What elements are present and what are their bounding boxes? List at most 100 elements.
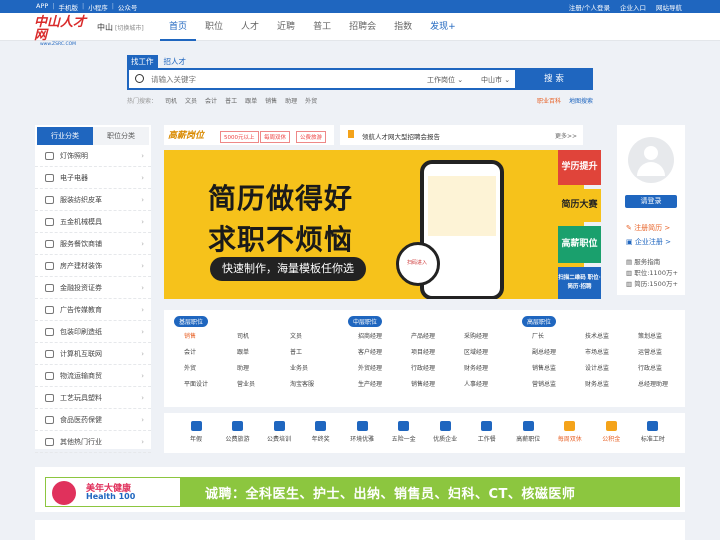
tab-find-talent[interactable]: 招人才 <box>160 55 191 68</box>
job-link[interactable]: 区域经理 <box>464 347 517 356</box>
notice-text[interactable]: 领航人才网大型招聘会报告 <box>362 131 440 141</box>
nav-home[interactable]: 首页 <box>160 13 197 41</box>
job-link[interactable]: 总经理助理 <box>638 379 691 388</box>
category-item[interactable]: 房产建材装饰 › <box>35 255 151 277</box>
job-link[interactable]: 淘宝客服 <box>290 379 343 388</box>
service-guide[interactable]: ▤ 服务指南 <box>626 257 678 268</box>
category-item[interactable]: 工艺玩具塑料 › <box>35 387 151 409</box>
job-link[interactable]: 销售 <box>184 331 237 340</box>
more-link[interactable]: 更多>> <box>555 131 577 140</box>
job-link[interactable]: 会计 <box>184 347 237 356</box>
job-link[interactable]: 采购经理 <box>464 331 517 340</box>
category-item[interactable]: 物流运输商贸 › <box>35 365 151 387</box>
job-link[interactable]: 业务员 <box>290 363 343 372</box>
benefit-bonus[interactable]: 年终奖 <box>303 421 339 453</box>
career-wiki-link[interactable]: 职业百科 <box>537 96 561 105</box>
job-link[interactable]: 普工 <box>290 347 343 356</box>
benefit-travel[interactable]: 公费旅游 <box>220 421 256 453</box>
nav-index[interactable]: 指数 <box>385 13 421 41</box>
job-link[interactable]: 销售经理 <box>411 379 464 388</box>
benefit-annual-leave[interactable]: 年假 <box>178 421 214 453</box>
job-link[interactable]: 客户经理 <box>358 347 411 356</box>
mobile-link[interactable]: 手机版 <box>59 2 79 12</box>
ad-education[interactable]: 学历提升 <box>558 150 601 185</box>
city-switch[interactable]: [切换城市] <box>115 25 144 32</box>
category-item[interactable]: 金融投资证券 › <box>35 277 151 299</box>
wechat-link[interactable]: 公众号 <box>118 2 138 12</box>
job-link[interactable]: 财务经理 <box>464 363 517 372</box>
job-link[interactable]: 文员 <box>290 331 343 340</box>
category-item[interactable]: 包装印刷造纸 › <box>35 321 151 343</box>
job-link[interactable]: 跟单 <box>237 347 290 356</box>
map-search-link[interactable]: 地图搜索 <box>569 96 593 105</box>
benefit-housing-fund[interactable]: 公积金 <box>593 421 629 453</box>
job-link[interactable]: 厂长 <box>532 331 585 340</box>
hot-item[interactable]: 文员 <box>185 96 197 105</box>
area-select[interactable]: 中山市 ⌄ <box>481 75 510 85</box>
hot-item[interactable]: 外贸 <box>305 96 317 105</box>
job-link[interactable]: 助理 <box>237 363 290 372</box>
job-link[interactable]: 设计总监 <box>585 363 638 372</box>
ad-resume-contest[interactable]: 简历大赛 <box>558 189 601 222</box>
register-login-link[interactable]: 注册/个人登录 <box>569 2 610 12</box>
hot-item[interactable]: 跟单 <box>245 96 257 105</box>
job-link[interactable]: 技术总监 <box>585 331 638 340</box>
enterprise-link[interactable]: 企业入口 <box>620 2 646 12</box>
category-item[interactable]: 电子电器 › <box>35 167 151 189</box>
travel-tag[interactable]: 公费旅游 <box>296 131 327 143</box>
hot-item[interactable]: 普工 <box>225 96 237 105</box>
job-link[interactable]: 营销总监 <box>532 379 585 388</box>
job-link[interactable]: 营业员 <box>237 379 290 388</box>
weekend-tag[interactable]: 每周双休 <box>260 131 291 143</box>
job-link[interactable]: 市场总监 <box>585 347 638 356</box>
benefit-quality-company[interactable]: 优质企业 <box>427 421 463 453</box>
job-link[interactable]: 行政总监 <box>638 363 691 372</box>
tab-industry[interactable]: 行业分类 <box>37 127 93 145</box>
category-item[interactable]: 五金机械模具 › <box>35 211 151 233</box>
site-logo[interactable]: 中山人才网 www.ZSRC.COM <box>34 16 94 47</box>
search-input[interactable] <box>151 73 411 86</box>
job-link[interactable]: 人事经理 <box>464 379 517 388</box>
app-link[interactable]: APP <box>36 2 48 12</box>
high-salary-bar[interactable]: 高薪岗位 5000元以上 每周双休 公费旅游 <box>164 125 334 145</box>
job-link[interactable]: 项目经理 <box>411 347 464 356</box>
job-link[interactable]: 行政经理 <box>411 363 464 372</box>
miniprogram-link[interactable]: 小程序 <box>88 2 108 12</box>
ad-qr-scan[interactable]: 扫描二维码 职位·简历·招聘 <box>558 267 601 299</box>
job-link[interactable]: 策划总监 <box>638 331 691 340</box>
hot-item[interactable]: 销售 <box>265 96 277 105</box>
job-link[interactable]: 产品经理 <box>411 331 464 340</box>
job-link[interactable]: 副总经理 <box>532 347 585 356</box>
category-item[interactable]: 服务餐饮商铺 › <box>35 233 151 255</box>
benefit-weekend[interactable]: 每周双休 <box>552 421 588 453</box>
category-item[interactable]: 计算机互联网 › <box>35 343 151 365</box>
category-item[interactable]: 食品医药保健 › <box>35 409 151 431</box>
type-select[interactable]: 工作岗位 ⌄ <box>427 75 463 85</box>
job-link[interactable]: 运营总监 <box>638 347 691 356</box>
city-selector[interactable]: 中山 [切换城市] <box>97 22 144 33</box>
nav-jobs[interactable]: 职位 <box>196 13 232 41</box>
job-link[interactable]: 招商经理 <box>358 331 411 340</box>
login-button[interactable]: 请登录 <box>625 195 677 208</box>
category-item[interactable]: 其他热门行业 › <box>35 431 151 453</box>
tab-position[interactable]: 职位分类 <box>93 127 149 145</box>
hot-item[interactable]: 会计 <box>205 96 217 105</box>
salary-tag[interactable]: 5000元以上 <box>220 131 259 143</box>
category-item[interactable]: 灯饰照明 › <box>35 145 151 167</box>
job-link[interactable]: 外贸经理 <box>358 363 411 372</box>
resume-banner[interactable]: 简历做得好 求职不烦恼 快速制作，海量模板任你选 扫码进入 <box>164 150 584 299</box>
hot-item[interactable]: 助理 <box>285 96 297 105</box>
category-item[interactable]: 广告传媒教育 › <box>35 299 151 321</box>
job-link[interactable]: 平面设计 <box>184 379 237 388</box>
benefit-training[interactable]: 公费培训 <box>261 421 297 453</box>
nav-talent[interactable]: 人才 <box>232 13 268 41</box>
job-link[interactable]: 财务总监 <box>585 379 638 388</box>
benefit-insurance[interactable]: 五险一金 <box>386 421 422 453</box>
benefit-environment[interactable]: 环境优雅 <box>344 421 380 453</box>
benefit-meal[interactable]: 工作餐 <box>469 421 505 453</box>
tab-find-job[interactable]: 找工作 <box>127 55 158 68</box>
register-company-link[interactable]: ▣ 企业注册 > <box>626 237 671 247</box>
benefit-standard-hours[interactable]: 标准工时 <box>635 421 671 453</box>
nav-discover[interactable]: 发现+ <box>421 13 465 41</box>
nav-worker[interactable]: 普工 <box>304 13 340 41</box>
